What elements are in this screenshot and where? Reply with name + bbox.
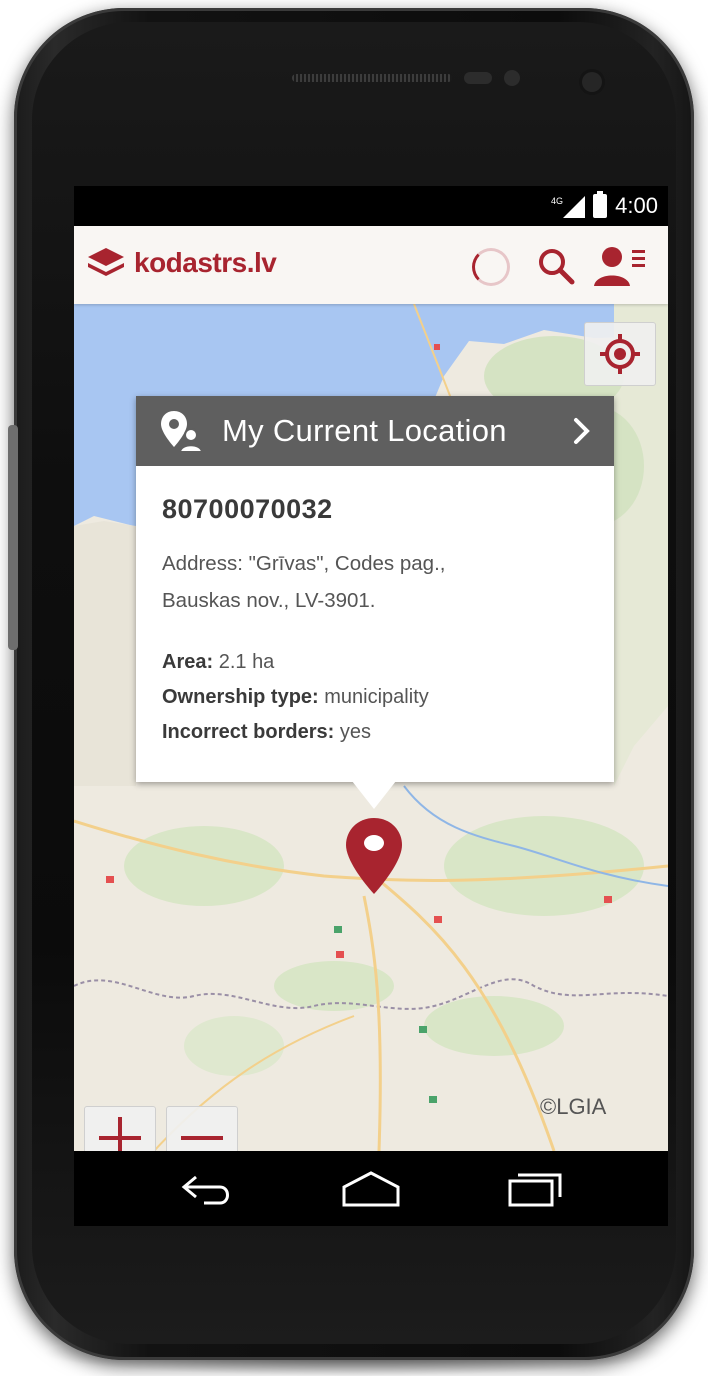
home-icon[interactable]	[340, 1169, 402, 1209]
device-screen: 4G 4:00 kodastrs.lv My Current Location …	[74, 186, 668, 1226]
search-icon[interactable]	[536, 246, 576, 286]
logo-text: kodastrs.lv	[134, 247, 277, 278]
proximity-sensor	[464, 72, 492, 84]
locate-me-button[interactable]	[584, 322, 656, 386]
borders-value: yes	[339, 721, 371, 743]
popup-title: My Current Location	[222, 413, 507, 448]
map-view[interactable]: kodastrs.lv My Current Location 80700070…	[74, 226, 668, 1151]
area-row: Area: 2.1 ha	[162, 645, 594, 680]
status-bar: 4G 4:00	[74, 186, 668, 226]
area-value: 2.1 ha	[218, 651, 275, 673]
zoom-in-button[interactable]	[84, 1106, 156, 1151]
zoom-out-button[interactable]	[166, 1106, 238, 1151]
ownership-row: Ownership type: municipality	[162, 680, 594, 715]
parcel-id: 80700070032	[162, 494, 333, 524]
location-popup: My Current Location 80700070032 Address:…	[136, 396, 614, 782]
popup-header[interactable]: My Current Location	[136, 396, 614, 466]
user-menu-icon[interactable]	[594, 244, 646, 288]
locate-me-icon	[600, 334, 640, 374]
app-bar: kodastrs.lv	[74, 226, 668, 304]
recent-apps-icon[interactable]	[504, 1169, 566, 1209]
map-marker-icon[interactable]	[344, 816, 404, 896]
zoom-in-icon	[99, 1117, 141, 1151]
parcel-address: Address: "Grīvas", Codes pag., Bauskas n…	[162, 545, 594, 619]
loading-spinner-icon	[472, 248, 510, 286]
pin-person-icon	[161, 411, 202, 453]
system-nav-bar	[74, 1151, 668, 1226]
app-logo[interactable]: kodastrs.lv	[86, 246, 277, 280]
area-label: Area:	[162, 651, 214, 673]
ownership-label: Ownership type:	[162, 686, 319, 708]
popup-body: 80700070032 Address: "Grīvas", Codes pag…	[162, 494, 594, 750]
borders-row: Incorrect borders: yes	[162, 715, 594, 750]
map-attribution: ©LGIA	[540, 1094, 607, 1119]
volume-key	[8, 425, 18, 650]
ownership-value: municipality	[324, 686, 429, 708]
signal-4g-icon: 4G	[551, 196, 586, 218]
network-type: 4G	[551, 196, 563, 206]
battery-icon	[593, 191, 608, 218]
borders-label: Incorrect borders:	[162, 721, 335, 743]
status-time: 4:00	[615, 193, 658, 218]
address-line-1: Address: "Grīvas", Codes pag.,	[162, 552, 446, 575]
light-sensor	[504, 70, 520, 86]
back-icon[interactable]	[176, 1169, 238, 1209]
popup-pointer	[352, 781, 396, 809]
earpiece-speaker	[292, 74, 452, 82]
chevron-right-icon[interactable]	[572, 414, 592, 448]
layers-icon	[88, 248, 124, 276]
zoom-out-icon	[181, 1136, 223, 1140]
address-line-2: Bauskas nov., LV-3901.	[162, 589, 376, 612]
parcel-info: Area: 2.1 ha Ownership type: municipalit…	[162, 645, 594, 750]
front-camera	[582, 72, 602, 92]
